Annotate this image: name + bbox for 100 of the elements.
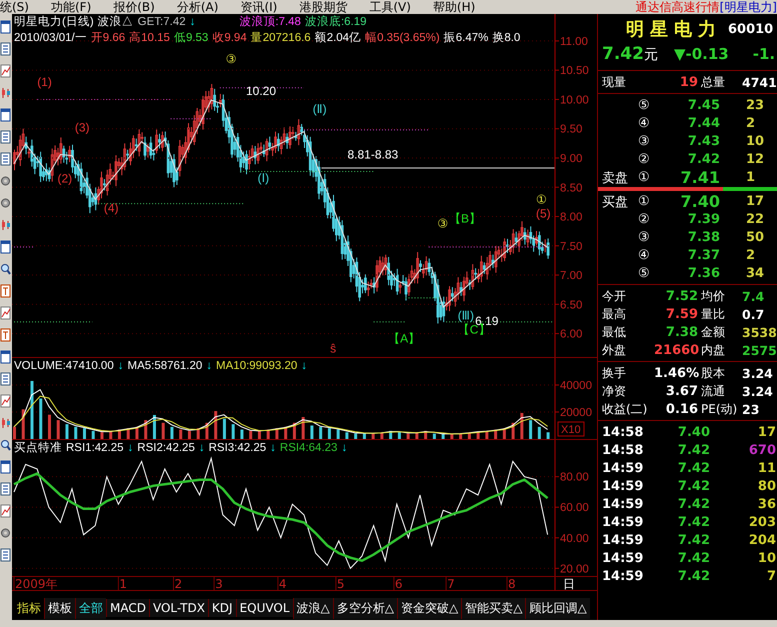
menu-item[interactable]: 功能(F): [50, 0, 92, 14]
change-percent: -1.: [752, 45, 776, 63]
currency-unit: 元: [644, 46, 658, 64]
date-label: 5: [336, 577, 345, 590]
arrow-icon: ↓: [198, 442, 205, 455]
indicator-label: 波浪顶:7.48: [239, 16, 301, 29]
indicator-label: 2010/03/01/一: [14, 32, 87, 45]
tab[interactable]: VOL-TDX: [148, 599, 208, 617]
date-label: 2: [174, 577, 182, 590]
wave-label: (Ⅲ): [458, 308, 474, 323]
field-value: 3.24: [742, 384, 774, 398]
indicator-label: 波浪△: [98, 16, 134, 29]
tab[interactable]: 智能买卖△: [461, 598, 526, 618]
order-volume: 2: [745, 116, 756, 130]
arrow-icon: ↓: [301, 360, 307, 373]
order-volume: 34: [745, 266, 766, 280]
field-value: 7.59: [664, 306, 698, 322]
order-price: 7.42: [686, 152, 720, 166]
trade-time: 14:59: [602, 460, 644, 476]
arrow-icon: ↓: [341, 442, 348, 455]
field-value: 3538: [742, 324, 776, 340]
field-label: 最低: [601, 324, 627, 340]
tab[interactable]: 波浪△: [292, 598, 333, 618]
date-label: 4: [278, 577, 287, 590]
tab[interactable]: 模板: [44, 598, 75, 618]
price-change: ▼-0.13: [674, 45, 729, 63]
trade-time: 14:58: [602, 424, 644, 440]
tab[interactable]: 全部: [75, 598, 106, 618]
trade-price: 7.42: [676, 460, 710, 476]
field-label: PE(动): [700, 400, 738, 418]
menu-item[interactable]: 工具(V): [369, 0, 411, 14]
rank-label: ③: [638, 230, 651, 244]
indicator-label: RSI2:42.25: [137, 442, 195, 455]
order-price: 7.39: [686, 212, 720, 226]
tab[interactable]: 顾比回调△: [525, 598, 590, 618]
stock-title: [明星电力]: [720, 0, 777, 14]
order-price: 7.36: [686, 266, 720, 280]
field-label: 卖盘: [601, 170, 629, 186]
arrow-icon: ↓: [270, 442, 276, 455]
menu-item[interactable]: 港股期货: [299, 0, 348, 14]
order-price: 7.43: [686, 134, 720, 148]
date-label: 1: [119, 577, 128, 590]
wave-label: (1): [37, 75, 52, 89]
order-price: 7.41: [680, 168, 720, 187]
tab[interactable]: EQUVOL: [236, 599, 293, 617]
order-volume: 2: [745, 248, 756, 262]
order-volume: 1: [745, 170, 756, 185]
menu-item[interactable]: 统(S): [0, 0, 29, 14]
axis-label: 7.50: [560, 240, 582, 253]
wave-label: 8.81-8.83: [348, 148, 398, 162]
last-price: 7.42: [602, 44, 644, 64]
field-label: 量比: [700, 306, 726, 322]
field-value: 23: [742, 402, 760, 416]
axis-label: 6.50: [560, 299, 582, 312]
field-label: 流通: [700, 382, 726, 400]
order-price: 7.45: [686, 98, 720, 112]
indicator-label: MA10:99093.20: [216, 360, 298, 373]
menu-item[interactable]: 资讯(I): [240, 0, 278, 14]
menu-item[interactable]: 帮助(H): [432, 0, 476, 14]
tab[interactable]: 多空分析△: [332, 598, 397, 618]
tab[interactable]: MACD: [106, 599, 149, 617]
order-volume: 22: [745, 212, 766, 226]
axis-label: 8.00: [560, 212, 582, 224]
menu-item[interactable]: 分析(A): [176, 0, 218, 14]
indicator-label: RSI4:64.23: [280, 442, 338, 455]
axis-label: 40000: [560, 380, 592, 392]
menu-item[interactable]: 报价(B): [113, 0, 155, 14]
rank-label: ④: [638, 248, 651, 262]
date-label: 7: [447, 577, 455, 590]
axis-label: 11.00: [560, 36, 588, 48]
indicator-label: GET:7.42: [138, 16, 186, 29]
field-label: 净资: [601, 382, 627, 400]
field-value: 21660: [654, 342, 698, 358]
trade-price: 7.42: [676, 496, 710, 512]
rank-label: ②: [638, 152, 651, 166]
field-value: 1.46%: [654, 366, 698, 380]
rank-label: ③: [638, 134, 651, 148]
tab[interactable]: KDJ: [208, 599, 236, 617]
wave-label: ŝ: [330, 341, 336, 356]
field-label: 换手: [601, 364, 627, 382]
trade-time: 14:59: [602, 550, 644, 566]
section-label: 指标: [16, 600, 42, 616]
field-label: 最高: [601, 306, 627, 322]
wave-label: 10.20: [246, 84, 276, 98]
indicator-label: 波浪底:6.19: [304, 16, 367, 29]
order-price: 7.38: [686, 230, 720, 244]
trade-volume: 7: [766, 568, 776, 584]
order-volume: 23: [745, 98, 766, 112]
rank-label: ①: [638, 194, 651, 209]
tab[interactable]: 资金突破△: [397, 598, 462, 618]
trade-price: 7.42: [676, 550, 710, 566]
trade-volume: 203: [748, 514, 776, 530]
field-label: 买盘: [601, 194, 629, 210]
axis-label: 10.00: [560, 94, 589, 106]
trade-price: 7.42: [676, 532, 710, 548]
field-value: 2575: [742, 342, 776, 358]
trade-time: 14:59: [602, 478, 644, 494]
field-label: 内盘: [700, 342, 726, 358]
indicator-label: 明星电力(日线): [14, 16, 94, 29]
field-label: 均价: [700, 288, 726, 304]
